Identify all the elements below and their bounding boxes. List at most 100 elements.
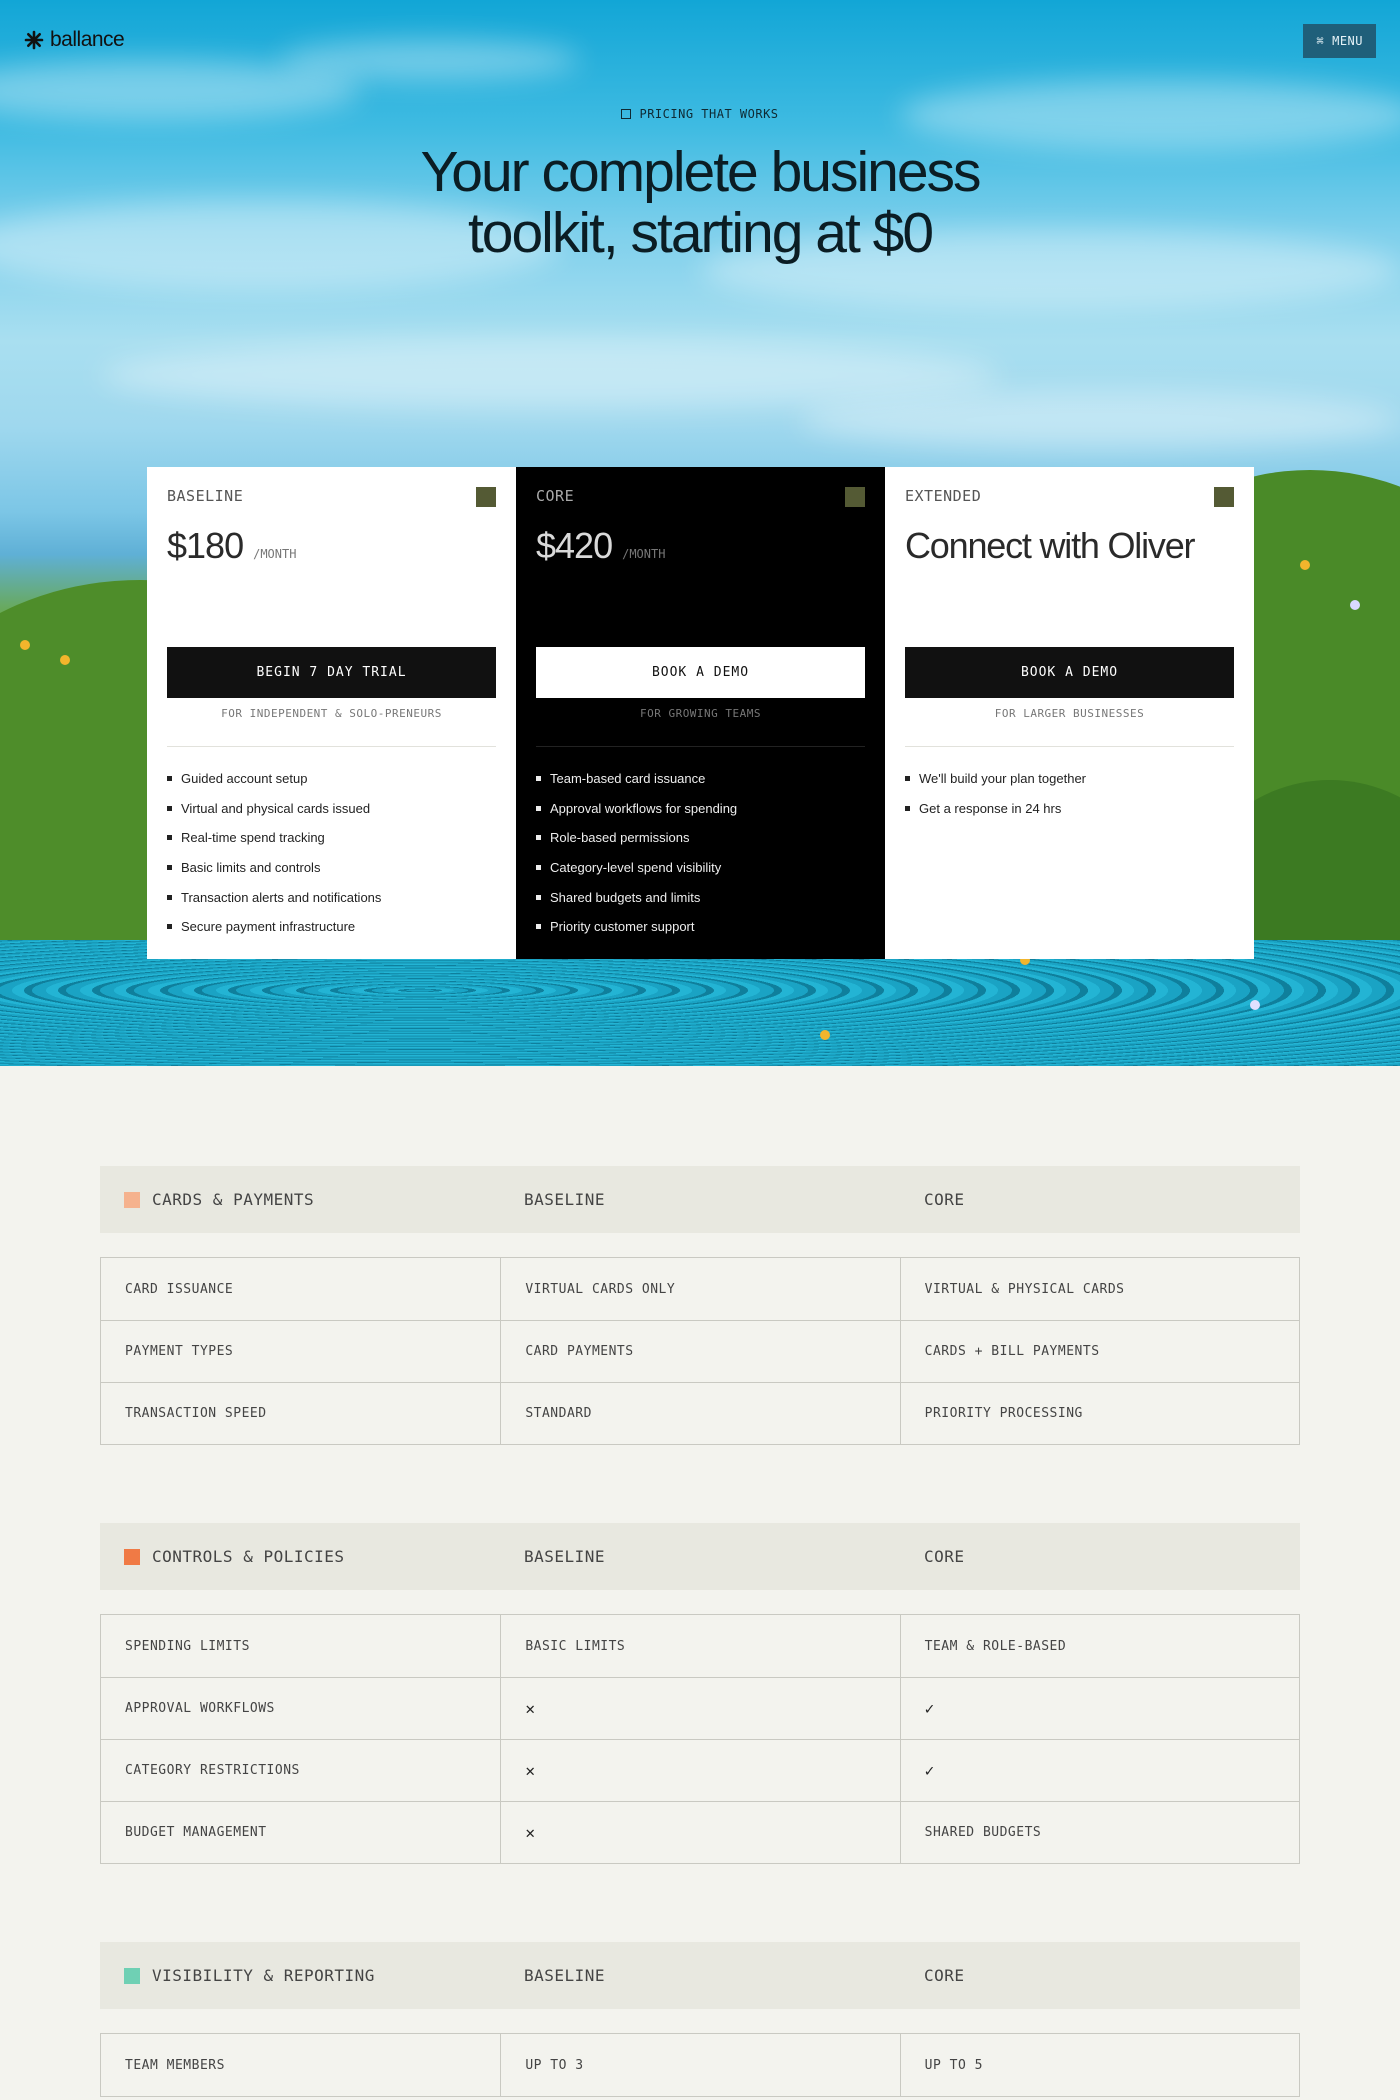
brand-logo[interactable]: ballance (24, 28, 125, 52)
comparison-cards-payments: CARDS & PAYMENTS BASELINE CORE CARD ISSU… (100, 1166, 1300, 1445)
table-row: CARD ISSUANCE VIRTUAL CARDS ONLY VIRTUAL… (101, 1258, 1299, 1320)
price-period: /MONTH (622, 547, 666, 561)
category-square-icon (124, 1548, 140, 1565)
core-cell: ✓ (899, 1678, 1299, 1739)
plan-price: $420 /MONTH (536, 525, 665, 567)
top-bar: ballance ⌘ MENU (24, 24, 1376, 58)
feature-item: Get a response in 24 hrs (905, 801, 1234, 816)
core-cell: SHARED BUDGETS (899, 1802, 1299, 1863)
plan-card-baseline: BASELINE $180 /MONTH BEGIN 7 DAY TRIAL F… (147, 467, 516, 959)
comparison-table: SPENDING LIMITS BASIC LIMITS TEAM & ROLE… (100, 1614, 1300, 1864)
cross-icon: ✕ (525, 1699, 536, 1718)
price-amount: $420 (536, 525, 613, 566)
eyebrow-text: PRICING THAT WORKS (639, 107, 779, 121)
check-icon: ✓ (924, 1761, 935, 1780)
table-row: APPROVAL WORKFLOWS ✕ ✓ (101, 1677, 1299, 1739)
core-cell: UP TO 5 (899, 2034, 1299, 2096)
table-row: PAYMENT TYPES CARD PAYMENTS CARDS + BILL… (101, 1320, 1299, 1382)
asterisk-logo-icon (24, 30, 44, 50)
book-demo-button[interactable]: BOOK A DEMO (536, 647, 865, 698)
section-header: CONTROLS & POLICIES BASELINE CORE (100, 1523, 1300, 1590)
feature-list: We'll build your plan together Get a res… (905, 771, 1234, 830)
feature-cell: PAYMENT TYPES (125, 1344, 234, 1359)
feature-item: Category-level spend visibility (536, 860, 865, 875)
menu-label: MENU (1332, 34, 1363, 48)
page-title: Your complete business toolkit, starting… (0, 142, 1400, 264)
feature-item: Team-based card issuance (536, 771, 865, 786)
section-title: CONTROLS & POLICIES (152, 1547, 345, 1566)
check-icon: ✓ (924, 1699, 935, 1718)
brand-name: ballance (50, 28, 125, 51)
column-header-core: CORE (924, 1966, 965, 1985)
core-cell: TEAM & ROLE-BASED (899, 1615, 1299, 1677)
baseline-cell: BASIC LIMITS (500, 1615, 899, 1677)
book-demo-button[interactable]: BOOK A DEMO (905, 647, 1234, 698)
divider (905, 746, 1234, 747)
column-header-core: CORE (924, 1547, 965, 1566)
command-icon: ⌘ (1316, 34, 1325, 48)
feature-item: Real-time spend tracking (167, 830, 496, 845)
feature-list: Guided account setup Virtual and physica… (167, 771, 496, 949)
plan-swatch (476, 487, 496, 507)
plan-audience: FOR INDEPENDENT & SOLO-PRENEURS (221, 707, 442, 720)
feature-item: Transaction alerts and notifications (167, 890, 496, 905)
feature-cell: APPROVAL WORKFLOWS (125, 1701, 275, 1716)
baseline-cell: STANDARD (500, 1383, 899, 1444)
baseline-cell: ✕ (500, 1740, 899, 1801)
feature-item: We'll build your plan together (905, 771, 1234, 786)
baseline-cell: VIRTUAL CARDS ONLY (500, 1258, 899, 1320)
headline-line-1: Your complete business (420, 140, 981, 204)
plan-card-core: CORE $420 /MONTH BOOK A DEMO FOR GROWING… (516, 467, 885, 959)
feature-item: Virtual and physical cards issued (167, 801, 496, 816)
cross-icon: ✕ (525, 1761, 536, 1780)
feature-list: Team-based card issuance Approval workfl… (536, 771, 865, 949)
pricing-cards: BASELINE $180 /MONTH BEGIN 7 DAY TRIAL F… (147, 467, 1254, 959)
feature-cell: TRANSACTION SPEED (125, 1406, 267, 1421)
square-outline-icon (621, 109, 632, 119)
section-header: VISIBILITY & REPORTING BASELINE CORE (100, 1942, 1300, 2009)
baseline-cell: CARD PAYMENTS (500, 1321, 899, 1382)
table-row: TRANSACTION SPEED STANDARD PRIORITY PROC… (101, 1382, 1299, 1444)
plan-tier: EXTENDED (905, 487, 982, 505)
plan-audience: FOR GROWING TEAMS (639, 707, 762, 720)
baseline-cell: UP TO 3 (500, 2034, 899, 2096)
column-header-baseline: BASELINE (524, 1547, 606, 1566)
section-title: CARDS & PAYMENTS (152, 1190, 315, 1209)
plan-swatch (1214, 487, 1234, 507)
plan-tier: BASELINE (167, 487, 244, 505)
feature-cell: TEAM MEMBERS (125, 2057, 225, 2073)
price-period: /MONTH (253, 547, 297, 561)
feature-item: Shared budgets and limits (536, 890, 865, 905)
feature-cell: BUDGET MANAGEMENT (125, 1825, 267, 1840)
feature-item: Role-based permissions (536, 830, 865, 845)
feature-cell: CARD ISSUANCE (125, 1281, 234, 1297)
plan-audience: FOR LARGER BUSINESSES (994, 707, 1145, 720)
category-square-icon (124, 1967, 140, 1984)
feature-cell: CATEGORY RESTRICTIONS (125, 1763, 300, 1778)
feature-item: Guided account setup (167, 771, 496, 786)
menu-button[interactable]: ⌘ MENU (1303, 24, 1376, 58)
feature-item: Priority customer support (536, 919, 865, 934)
comparison-table: TEAM MEMBERS UP TO 3 UP TO 5 (100, 2033, 1300, 2097)
category-square-icon (124, 1191, 140, 1208)
core-cell: ✓ (899, 1740, 1299, 1801)
column-header-baseline: BASELINE (524, 1966, 606, 1985)
plan-price: $180 /MONTH (167, 525, 296, 567)
table-row: TEAM MEMBERS UP TO 3 UP TO 5 (101, 2034, 1299, 2096)
table-row: SPENDING LIMITS BASIC LIMITS TEAM & ROLE… (101, 1615, 1299, 1677)
baseline-cell: ✕ (500, 1802, 899, 1863)
section-header: CARDS & PAYMENTS BASELINE CORE (100, 1166, 1300, 1233)
baseline-cell: ✕ (500, 1678, 899, 1739)
begin-trial-button[interactable]: BEGIN 7 DAY TRIAL (167, 647, 496, 698)
core-cell: VIRTUAL & PHYSICAL CARDS (899, 1258, 1299, 1320)
table-row: CATEGORY RESTRICTIONS ✕ ✓ (101, 1739, 1299, 1801)
comparison-controls-policies: CONTROLS & POLICIES BASELINE CORE SPENDI… (100, 1523, 1300, 1864)
divider (167, 746, 496, 747)
comparison-table: CARD ISSUANCE VIRTUAL CARDS ONLY VIRTUAL… (100, 1257, 1300, 1445)
feature-item: Basic limits and controls (167, 860, 496, 875)
feature-item: Approval workflows for spending (536, 801, 865, 816)
column-header-core: CORE (924, 1190, 965, 1209)
plan-swatch (845, 487, 865, 507)
core-cell: CARDS + BILL PAYMENTS (899, 1321, 1299, 1382)
core-cell: PRIORITY PROCESSING (899, 1383, 1299, 1444)
